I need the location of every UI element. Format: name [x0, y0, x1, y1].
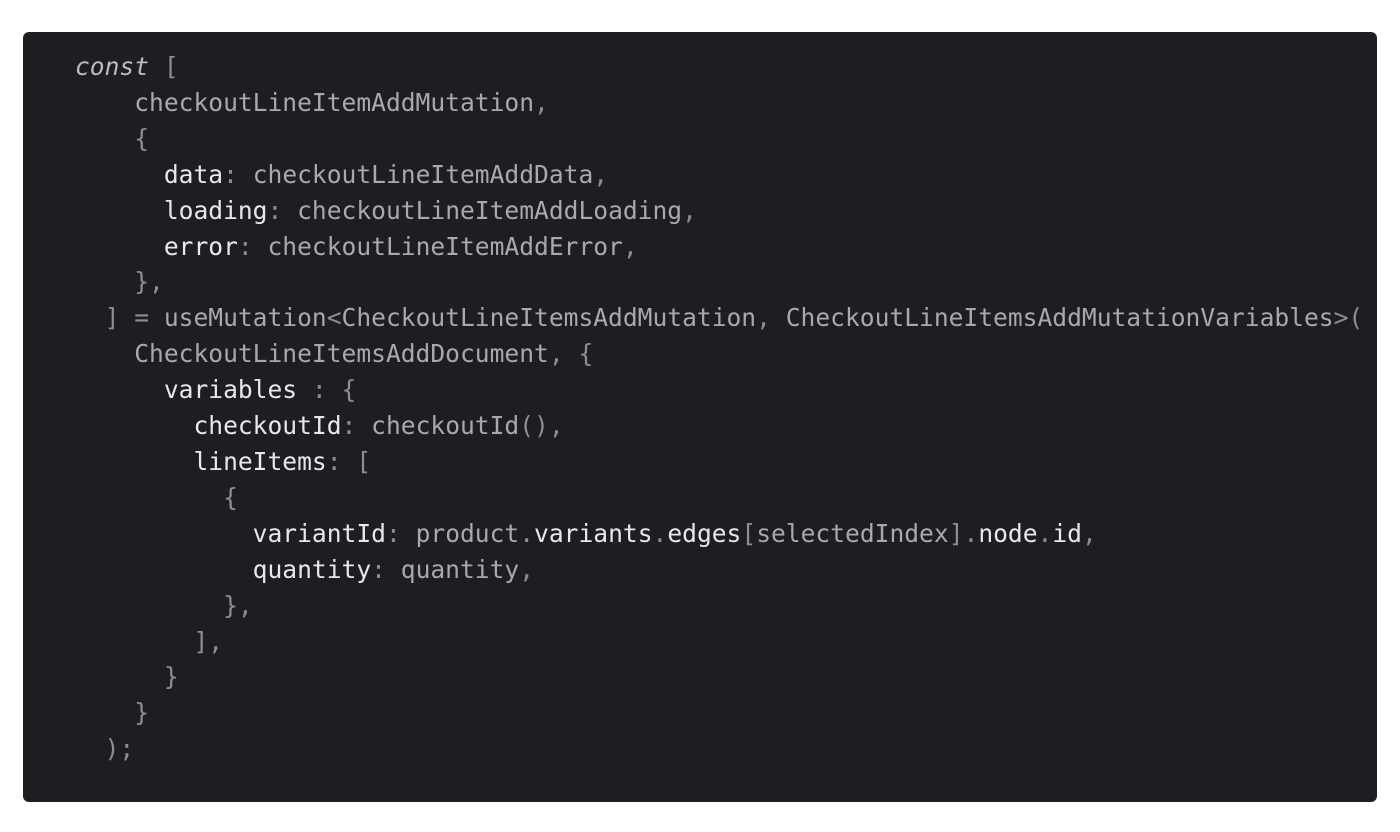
code-token: : [385, 518, 416, 548]
code-token: , [756, 303, 786, 333]
code-token: loading [75, 195, 268, 225]
code-token: } [75, 698, 150, 728]
code-token: selectedIndex [756, 518, 949, 548]
code-block: const [ checkoutLineItemAddMutation, { d… [23, 32, 1377, 802]
code-token: variants [534, 518, 653, 548]
code-token: : [371, 554, 401, 584]
code-token: , [1081, 518, 1097, 548]
code-line: checkoutId: checkoutId(), [75, 408, 1377, 444]
code-line: { [75, 480, 1377, 516]
code-token: node [978, 518, 1038, 548]
code-line: quantity: quantity, [75, 552, 1377, 588]
code-line: ], [75, 624, 1377, 660]
code-token: < [326, 303, 342, 333]
code-line: data: checkoutLineItemAddData, [75, 157, 1377, 193]
code-token: , [682, 195, 697, 225]
code-token: CheckoutLineItemsAddDocument [75, 339, 549, 369]
code-token: >( [1333, 303, 1364, 333]
code-token: , [534, 87, 549, 117]
code-token: : [237, 231, 268, 261]
code-token: , [519, 554, 535, 584]
code-line: error: checkoutLineItemAddError, [75, 229, 1377, 265]
code-token: ] = [75, 303, 164, 333]
code-token: quantity [75, 554, 372, 584]
code-token: : { [297, 375, 357, 405]
code-token: edges [667, 518, 742, 548]
code-line: lineItems: [ [75, 444, 1377, 480]
code-token: : [267, 195, 298, 225]
code-token: }, [75, 590, 253, 620]
code-token: { [75, 482, 238, 512]
code-token: variantId [75, 518, 386, 548]
code-token: quantity [400, 554, 520, 584]
code-token: . [652, 518, 668, 548]
code-token: { [75, 123, 150, 153]
code-token: CheckoutLineItemsAddMutationVariables [785, 303, 1334, 333]
code-keyword: const [75, 52, 150, 81]
code-token: . [519, 518, 535, 548]
code-token: checkoutLineItemAddError [267, 231, 623, 261]
code-token: useMutation [163, 303, 327, 333]
code-line: } [75, 659, 1377, 695]
code-token: }, [75, 267, 164, 297]
code-token: checkoutId [75, 411, 342, 441]
code-token: id [1052, 518, 1082, 548]
code-token: checkoutLineItemAddMutation [75, 87, 535, 117]
code-token: error [75, 231, 238, 261]
code-token: ], [75, 626, 224, 656]
code-line: variables : { [75, 372, 1377, 408]
code-line: loading: checkoutLineItemAddLoading, [75, 193, 1377, 229]
code-token: , [593, 159, 609, 189]
code-token: : [ [326, 446, 372, 476]
code-line: variantId: product.variants.edges[select… [75, 516, 1377, 552]
code-token: . [1037, 518, 1053, 548]
code-token: ); [75, 734, 135, 764]
code-token: variables [75, 375, 298, 405]
code-line: checkoutLineItemAddMutation, [75, 85, 1377, 121]
code-token: : [223, 159, 253, 189]
code-line: const [ [75, 49, 1377, 85]
code-line: { [75, 121, 1377, 157]
code-token: checkoutLineItemAddData [252, 159, 594, 189]
code-token: checkoutId [371, 411, 520, 441]
code-token: : [341, 411, 372, 441]
code-line: }, [75, 264, 1377, 300]
code-line: CheckoutLineItemsAddDocument, { [75, 336, 1377, 372]
code-token: checkoutLineItemAddLoading [297, 195, 683, 225]
code-token: ]. [948, 518, 979, 548]
code-token: [ [149, 52, 179, 81]
code-line: ); [75, 731, 1377, 767]
code-token: product [415, 518, 520, 548]
code-token: [ [741, 518, 757, 548]
code-line: } [75, 695, 1377, 731]
code-token: , { [548, 339, 594, 369]
code-line: }, [75, 588, 1377, 624]
code-line: ] = useMutation<CheckoutLineItemsAddMuta… [75, 300, 1377, 336]
code-token: (), [519, 411, 564, 441]
code-token: CheckoutLineItemsAddMutation [341, 303, 757, 333]
code-token: , [622, 231, 638, 261]
code-token: lineItems [75, 446, 327, 476]
code-token: } [75, 662, 179, 692]
code-token: data [75, 159, 224, 189]
